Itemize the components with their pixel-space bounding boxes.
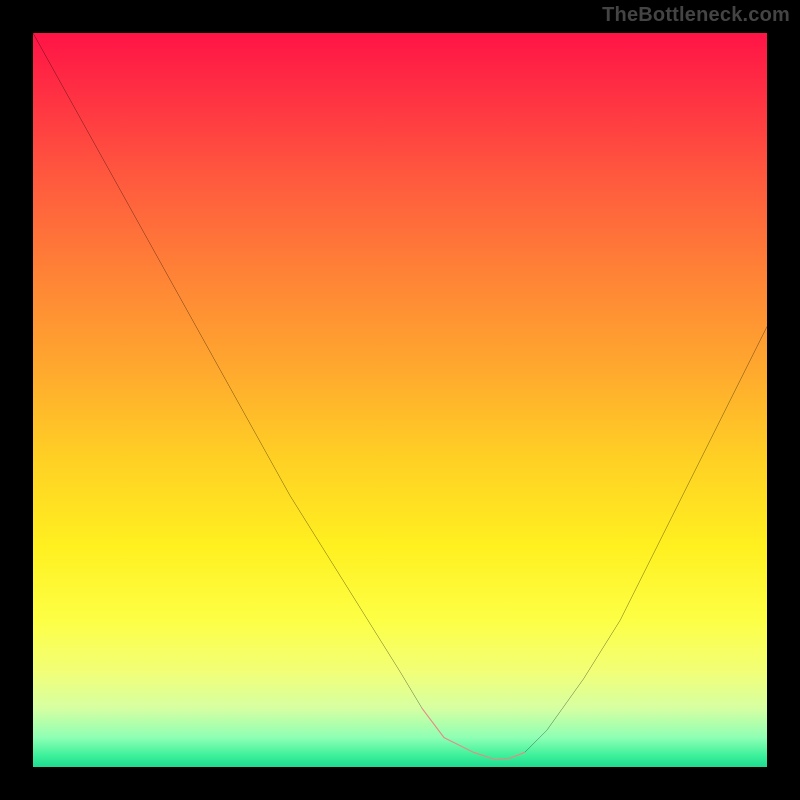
bottleneck-curve	[33, 33, 767, 760]
plot-area	[33, 33, 767, 767]
valley-highlight	[422, 708, 525, 759]
watermark-text: TheBottleneck.com	[602, 4, 790, 27]
chart-svg	[33, 33, 767, 767]
chart-frame: TheBottleneck.com	[0, 0, 800, 800]
